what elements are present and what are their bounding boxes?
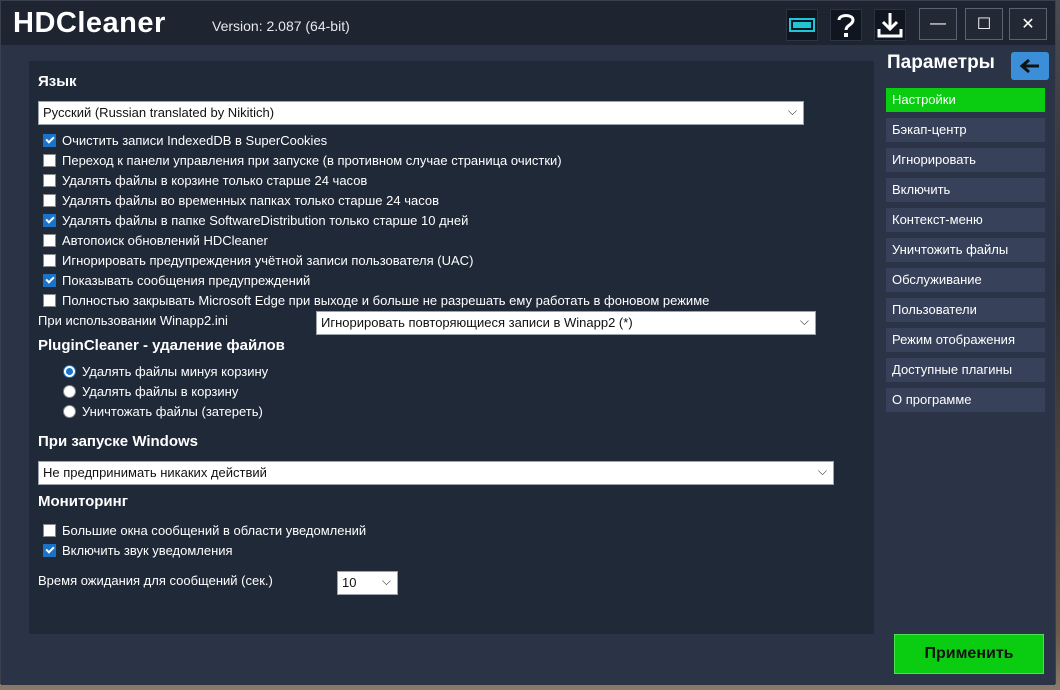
monitoring-option-row[interactable]: Большие окна сообщений в области уведомл… bbox=[43, 521, 366, 539]
close-button[interactable]: ✕ bbox=[1009, 8, 1047, 40]
checkbox[interactable] bbox=[43, 193, 56, 207]
checkbox-label: Игнорировать предупреждения учётной запи… bbox=[62, 252, 474, 268]
radio-row[interactable]: Удалять файлы минуя корзину bbox=[63, 362, 268, 380]
sidebar-item[interactable]: Бэкап-центр bbox=[886, 118, 1045, 142]
radio-button[interactable] bbox=[63, 384, 76, 398]
sidebar-item[interactable]: Уничтожить файлы bbox=[886, 238, 1045, 262]
help-icon[interactable] bbox=[830, 9, 862, 41]
checkbox[interactable] bbox=[43, 233, 56, 247]
chevron-down-icon: ⌵ bbox=[799, 314, 809, 328]
monitor-icon[interactable] bbox=[786, 9, 818, 41]
back-button[interactable] bbox=[1011, 52, 1049, 80]
radio-button[interactable] bbox=[63, 404, 76, 418]
app-window: HDCleaner Version: 2.087 (64-bit) — ☐ ✕ … bbox=[0, 0, 1056, 685]
option-row[interactable]: Показывать сообщения предупреждений bbox=[43, 271, 310, 289]
option-row[interactable]: Игнорировать предупреждения учётной запи… bbox=[43, 251, 473, 269]
language-title: Язык bbox=[38, 73, 77, 90]
sidebar-item[interactable]: О программе bbox=[886, 388, 1045, 412]
chevron-down-icon: ⌵ bbox=[381, 574, 391, 588]
option-row[interactable]: Удалять файлы в корзине только старше 24… bbox=[43, 171, 367, 189]
radio-label: Уничтожать файлы (затереть) bbox=[82, 403, 263, 419]
checkbox-label: Автопоиск обновлений HDCleaner bbox=[62, 232, 268, 248]
checkbox[interactable] bbox=[43, 273, 56, 287]
timeout-select-value: 10 bbox=[342, 575, 357, 590]
option-row[interactable]: Очистить записи IndexedDB в SuperCookies bbox=[43, 131, 327, 149]
winapp-select-value: Игнорировать повторяющиеся записи в Wina… bbox=[321, 315, 633, 330]
option-row[interactable]: Переход к панели управления при запуске … bbox=[43, 151, 562, 169]
timeout-select[interactable]: 10 ⌵ bbox=[337, 571, 398, 595]
checkbox[interactable] bbox=[43, 173, 56, 187]
arrow-left-icon bbox=[1019, 58, 1039, 74]
sidebar-title: Параметры bbox=[887, 52, 995, 73]
checkbox[interactable] bbox=[43, 213, 56, 227]
minimize-button[interactable]: — bbox=[919, 8, 957, 40]
monitoring-option-row[interactable]: Включить звук уведомления bbox=[43, 541, 233, 559]
plugin-cleaner-title: PluginCleaner - удаление файлов bbox=[38, 337, 285, 354]
sidebar-item[interactable]: Режим отображения bbox=[886, 328, 1045, 352]
app-title: HDCleaner bbox=[13, 7, 166, 39]
checkbox-label: Удалять файлы в папке SoftwareDistributi… bbox=[62, 212, 469, 228]
checkbox-label: Переход к панели управления при запуске … bbox=[62, 152, 562, 168]
startup-title: При запуске Windows bbox=[38, 433, 199, 450]
radio-button[interactable] bbox=[63, 364, 76, 378]
checkbox[interactable] bbox=[43, 543, 56, 557]
timeout-label: Время ожидания для сообщений (сек.) bbox=[38, 573, 273, 588]
checkbox-label: Очистить записи IndexedDB в SuperCookies bbox=[62, 132, 328, 148]
checkbox-label: Удалять файлы в корзине только старше 24… bbox=[62, 172, 368, 188]
option-row[interactable]: Автопоиск обновлений HDCleaner bbox=[43, 231, 268, 249]
sidebar-item[interactable]: Настройки bbox=[886, 88, 1045, 112]
startup-select[interactable]: Не предпринимать никаких действий ⌵ bbox=[38, 461, 834, 485]
radio-label: Удалять файлы в корзину bbox=[82, 383, 239, 399]
sidebar-item[interactable]: Контекст-меню bbox=[886, 208, 1045, 232]
download-icon[interactable] bbox=[874, 9, 906, 41]
sidebar-item[interactable]: Включить bbox=[886, 178, 1045, 202]
language-select[interactable]: Русский (Russian translated by Nikitich)… bbox=[38, 101, 804, 125]
chevron-down-icon: ⌵ bbox=[787, 104, 797, 118]
version-label: Version: 2.087 (64-bit) bbox=[212, 18, 350, 34]
checkbox-label: Удалять файлы во временных папках только… bbox=[62, 192, 440, 208]
radio-label: Удалять файлы минуя корзину bbox=[82, 363, 269, 379]
startup-select-value: Не предпринимать никаких действий bbox=[43, 465, 267, 480]
monitoring-title: Мониторинг bbox=[38, 493, 128, 510]
winapp-select[interactable]: Игнорировать повторяющиеся записи в Wina… bbox=[316, 311, 816, 335]
sidebar-item[interactable]: Обслуживание bbox=[886, 268, 1045, 292]
maximize-button[interactable]: ☐ bbox=[965, 8, 1003, 40]
sidebar-item[interactable]: Игнорировать bbox=[886, 148, 1045, 172]
sidebar-item[interactable]: Доступные плагины bbox=[886, 358, 1045, 382]
checkbox[interactable] bbox=[43, 133, 56, 147]
radio-row[interactable]: Уничтожать файлы (затереть) bbox=[63, 402, 263, 420]
checkbox[interactable] bbox=[43, 253, 56, 267]
option-row[interactable]: Удалять файлы в папке SoftwareDistributi… bbox=[43, 211, 468, 229]
winapp-label: При использовании Winapp2.ini bbox=[38, 313, 228, 328]
sidebar-item[interactable]: Пользователи bbox=[886, 298, 1045, 322]
checkbox-label: Показывать сообщения предупреждений bbox=[62, 272, 311, 288]
option-row[interactable]: Удалять файлы во временных папках только… bbox=[43, 191, 439, 209]
checkbox-label: Полностью закрывать Microsoft Edge при в… bbox=[62, 292, 710, 308]
checkbox-label: Включить звук уведомления bbox=[62, 542, 233, 558]
checkbox[interactable] bbox=[43, 153, 56, 167]
checkbox-label: Большие окна сообщений в области уведомл… bbox=[62, 522, 367, 538]
option-row[interactable]: Полностью закрывать Microsoft Edge при в… bbox=[43, 291, 709, 309]
apply-button[interactable]: Применить bbox=[894, 634, 1044, 674]
radio-row[interactable]: Удалять файлы в корзину bbox=[63, 382, 238, 400]
checkbox[interactable] bbox=[43, 523, 56, 537]
chevron-down-icon: ⌵ bbox=[817, 464, 827, 478]
title-bar: HDCleaner Version: 2.087 (64-bit) — ☐ ✕ bbox=[1, 1, 1055, 45]
checkbox[interactable] bbox=[43, 293, 56, 307]
language-select-value: Русский (Russian translated by Nikitich) bbox=[43, 105, 275, 120]
